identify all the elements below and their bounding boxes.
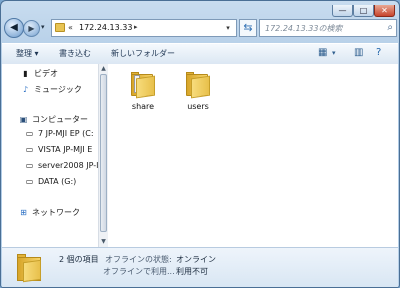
network-icon: ⊞ (20, 208, 27, 217)
refresh-button[interactable]: ⇆ (239, 19, 257, 37)
search-input[interactable]: 172.24.13.33の検索 (265, 23, 342, 34)
forward-button[interactable]: ▶ (23, 20, 40, 37)
drive-icon: ▭ (25, 145, 34, 154)
folder-icon (186, 72, 210, 99)
music-icon: ♪ (22, 85, 29, 94)
offline-status-label: オフラインの状態: (105, 255, 172, 264)
navigation-row: ◀ ▶ ▾ « 172.24.13.33 ▸ ▾ ⇆ 172.24.13.33の… (1, 18, 399, 40)
shared-folder-icon (131, 72, 155, 99)
sidebar-item-label: server2008 JP-I (38, 161, 99, 170)
sidebar-scrollbar[interactable]: ▲ ▼ (98, 64, 108, 247)
sidebar-item-music[interactable]: ♪ ミュージック (20, 84, 82, 98)
command-bar: 整理 ▾ 書き込む 新しいフォルダー ▦ ▾ ▥ ? (2, 43, 398, 65)
drive-icon: ▭ (25, 177, 34, 186)
sidebar-item-drive-c[interactable]: ▭ 7 JP-MJI EP (C: (24, 129, 94, 143)
navigation-pane: ▮ ビデオ ♪ ミュージック ▣ コンピューター ▭ 7 JP-MJI EP (C: ▭… (2, 64, 99, 247)
help-icon[interactable]: ? (376, 47, 381, 58)
offline-availability-label: オフラインで利用... (103, 267, 175, 276)
sidebar-item-label: VISTA JP-MJI E (38, 145, 93, 154)
address-dropdown-icon[interactable]: ▾ (221, 21, 235, 35)
offline-availability-value: 利用不可 (176, 267, 208, 276)
sidebar-item-drive-g[interactable]: ▭ DATA (G:) (24, 177, 77, 191)
organize-menu[interactable]: 整理 ▾ (16, 48, 39, 59)
details-pane: 2 個の項目 オフラインの状態: オンライン オフラインで利用... 利用不可 (2, 247, 398, 287)
computer-icon: ▣ (19, 115, 28, 124)
file-item-label: share (131, 102, 155, 111)
recent-pages-dropdown[interactable]: ▾ (41, 23, 45, 31)
folder-icon (55, 23, 65, 32)
sidebar-item-label: 7 JP-MJI EP (C: (38, 129, 94, 138)
search-icon[interactable]: ⌕ (387, 22, 393, 33)
item-count: 2 個の項目 (59, 255, 99, 264)
address-bar[interactable]: « 172.24.13.33 ▸ ▾ (51, 19, 237, 37)
sidebar-item-label: ミュージック (34, 85, 82, 94)
scroll-down-icon[interactable]: ▼ (100, 238, 107, 246)
drive-icon: ▭ (25, 161, 34, 170)
sidebar-item-label: ビデオ (34, 69, 58, 78)
sidebar-item-network[interactable]: ⊞ ネットワーク (18, 207, 80, 221)
sidebar-item-label: ネットワーク (32, 208, 80, 217)
sidebar-item-label: コンピューター (32, 115, 88, 124)
close-button[interactable]: ✕ (374, 5, 395, 17)
burn-button[interactable]: 書き込む (59, 48, 91, 59)
back-button[interactable]: ◀ (4, 18, 24, 38)
view-dropdown-icon[interactable]: ▾ (332, 49, 336, 57)
explorer-window: — □ ✕ ◀ ▶ ▾ « 172.24.13.33 ▸ ▾ ⇆ 172.24.… (0, 0, 400, 288)
sidebar-item-computer[interactable]: ▣ コンピューター (18, 114, 88, 128)
video-icon: ▮ (23, 69, 28, 78)
offline-status-value: オンライン (176, 255, 216, 264)
scroll-thumb[interactable] (100, 74, 107, 232)
minimize-button[interactable]: — (332, 5, 353, 17)
preview-pane-icon[interactable]: ▥ (354, 47, 363, 58)
scroll-up-icon[interactable]: ▲ (100, 65, 107, 73)
file-item-users[interactable]: users (175, 72, 221, 120)
breadcrumb-overflow[interactable]: « (68, 23, 73, 32)
sidebar-item-drive-vista[interactable]: ▭ VISTA JP-MJI E (24, 145, 93, 159)
sidebar-item-label: DATA (G:) (38, 177, 77, 186)
file-item-label: users (187, 102, 209, 111)
sidebar-item-video[interactable]: ▮ ビデオ (20, 68, 58, 82)
file-item-share[interactable]: share (120, 72, 166, 120)
maximize-button[interactable]: □ (353, 5, 374, 17)
drive-icon: ▭ (25, 129, 34, 138)
new-folder-button[interactable]: 新しいフォルダー (111, 48, 175, 59)
view-icon[interactable]: ▦ (318, 47, 327, 58)
file-list: share users (108, 64, 398, 247)
sidebar-item-drive-server2008[interactable]: ▭ server2008 JP-I (24, 161, 98, 175)
content-area: ▮ ビデオ ♪ ミュージック ▣ コンピューター ▭ 7 JP-MJI EP (C: ▭… (2, 64, 398, 247)
search-box[interactable]: 172.24.13.33の検索 ⌕ (259, 19, 397, 37)
breadcrumb-host[interactable]: 172.24.13.33 (79, 23, 132, 32)
breadcrumb-separator-icon[interactable]: ▸ (134, 23, 138, 31)
title-bar: — □ ✕ (1, 1, 399, 17)
